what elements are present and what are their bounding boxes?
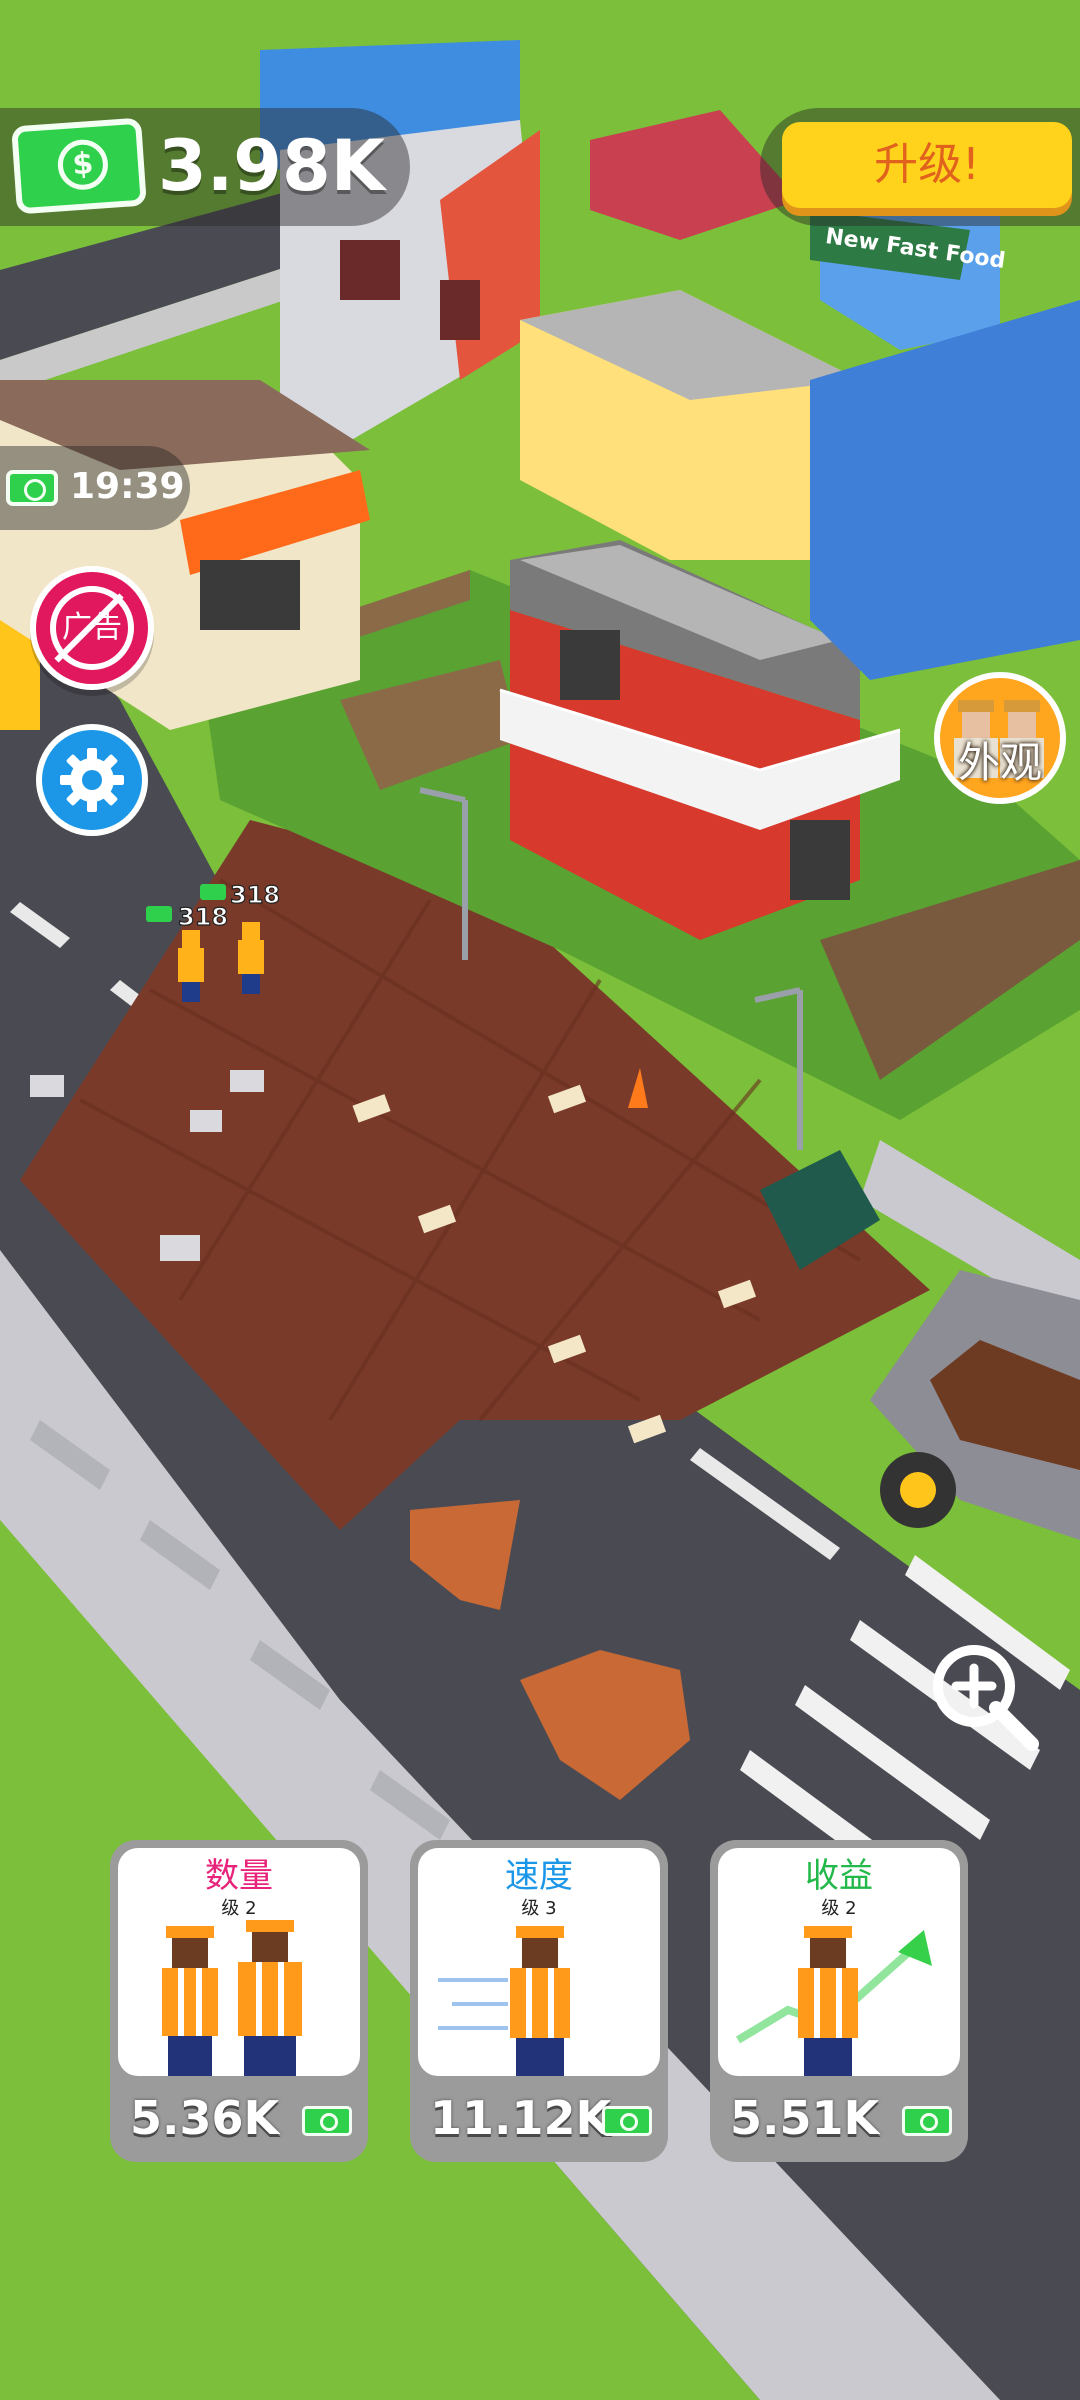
appearance-button[interactable]: 外观 [934,672,1066,804]
card-price: 5.51K [730,2091,880,2145]
cash-icon: $ [11,117,147,215]
money-counter: $ 3.98K [0,108,410,226]
upgrade-button[interactable]: 升级! [782,122,1072,208]
zoom-button[interactable] [924,1636,1044,1756]
cash-icon [146,906,172,922]
card-title: 速度 [505,1856,573,1896]
cash-icon [302,2106,352,2136]
upgrade-card-quantity[interactable]: 数量 级 2 5.36K [110,1840,368,2162]
card-title: 数量 [205,1856,273,1896]
cash-icon [6,470,58,506]
worker-earning-label: 318 [178,903,228,931]
bonus-timer: 19:39 [0,446,190,530]
cash-icon [902,2106,952,2136]
no-ads-button[interactable]: 广告 [30,566,154,690]
upgrade-card-income[interactable]: 收益 级 2 5.51K [710,1840,968,2162]
card-level: 级 3 [521,1898,557,1919]
running-worker-icon [438,1926,570,2076]
gear-icon [60,748,124,812]
upgrade-card-speed[interactable]: 速度 级 3 11.12K [410,1840,668,2162]
cash-icon [200,884,226,900]
income-worker-icon [735,1926,932,2076]
two-workers-icon [162,1920,302,2076]
timer-value: 19:39 [70,466,185,507]
cash-icon [602,2106,652,2136]
settings-button[interactable] [36,724,148,836]
card-level: 级 2 [821,1898,857,1919]
worker-earning-label: 318 [230,881,280,909]
card-level: 级 2 [221,1898,257,1919]
zoom-in-icon [933,1645,1039,1751]
upgrade-panel: 升级! [760,108,1080,226]
no-ads-label: 广告 [62,610,122,645]
card-price: 11.12K [430,2091,612,2145]
card-title: 收益 [805,1856,873,1896]
money-value: 3.98K [158,125,385,207]
appearance-label: 外观 [957,738,1042,787]
card-price: 5.36K [130,2091,280,2145]
